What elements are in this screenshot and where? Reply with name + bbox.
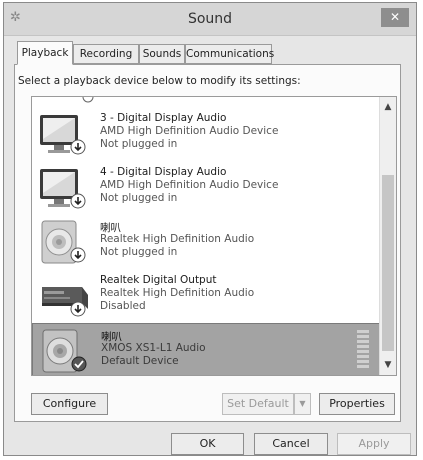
down-arrow-badge-icon — [70, 301, 86, 317]
device-name: Realtek Digital Output — [100, 274, 217, 286]
cancel-button[interactable]: Cancel — [254, 433, 328, 455]
scroll-up-arrow-icon[interactable]: ▲ — [380, 99, 396, 115]
check-badge-icon — [71, 356, 87, 372]
device-name: 3 - Digital Display Audio — [100, 112, 227, 124]
device-driver: Realtek High Definition Audio — [100, 287, 255, 299]
device-list[interactable]: 3 - Digital Display Audio AMD High Defin… — [31, 96, 397, 376]
down-arrow-badge-icon — [70, 139, 86, 155]
set-default-dropdown-arrow-icon[interactable]: ▼ — [294, 393, 311, 415]
device-status: Not plugged in — [100, 138, 178, 150]
scroll-thumb[interactable] — [382, 175, 394, 351]
apply-button[interactable]: Apply — [337, 433, 411, 455]
device-driver: Realtek High Definition Audio — [100, 233, 255, 245]
device-status: Disabled — [100, 300, 146, 312]
device-status: Not plugged in — [100, 246, 178, 258]
device-driver: XMOS XS1-L1 Audio — [101, 342, 206, 354]
device-driver: AMD High Definition Audio Device — [100, 179, 279, 191]
down-arrow-badge-icon — [70, 193, 86, 209]
properties-button[interactable]: Properties — [319, 393, 395, 415]
device-status: Not plugged in — [100, 192, 178, 204]
tab-recording[interactable]: Recording — [73, 44, 139, 64]
device-list-item-selected[interactable]: 喇叭 XMOS XS1-L1 Audio Default Device — [32, 323, 380, 375]
scroll-down-arrow-icon[interactable]: ▼ — [380, 357, 396, 373]
device-list-item[interactable]: 喇叭 Realtek High Definition Audio Not plu… — [32, 215, 380, 269]
ok-button[interactable]: OK — [171, 433, 244, 455]
volume-level-meter — [357, 330, 369, 372]
instruction-text: Select a playback device below to modify… — [18, 75, 301, 87]
device-driver: AMD High Definition Audio Device — [100, 125, 279, 137]
device-list-item[interactable]: Realtek Digital Output Realtek High Defi… — [32, 269, 380, 323]
configure-button[interactable]: Configure — [31, 393, 108, 415]
partial-device-icon — [82, 97, 94, 103]
down-arrow-badge-icon — [70, 247, 86, 263]
set-default-button[interactable]: Set Default — [222, 393, 294, 415]
device-name: 4 - Digital Display Audio — [100, 166, 227, 178]
tab-playback[interactable]: Playback — [17, 41, 73, 65]
tab-sounds[interactable]: Sounds — [139, 44, 185, 64]
device-status: Default Device — [101, 355, 179, 367]
tab-communications[interactable]: Communications — [185, 44, 274, 64]
device-list-item[interactable]: 4 - Digital Display Audio AMD High Defin… — [32, 161, 380, 215]
device-list-scrollbar[interactable]: ▲ ▼ — [379, 97, 396, 375]
title-bar: ✲ Sound ✕ — [4, 3, 416, 36]
device-list-item[interactable]: 3 - Digital Display Audio AMD High Defin… — [32, 107, 380, 161]
close-button[interactable]: ✕ — [381, 8, 409, 27]
window-title: Sound — [187, 11, 233, 27]
